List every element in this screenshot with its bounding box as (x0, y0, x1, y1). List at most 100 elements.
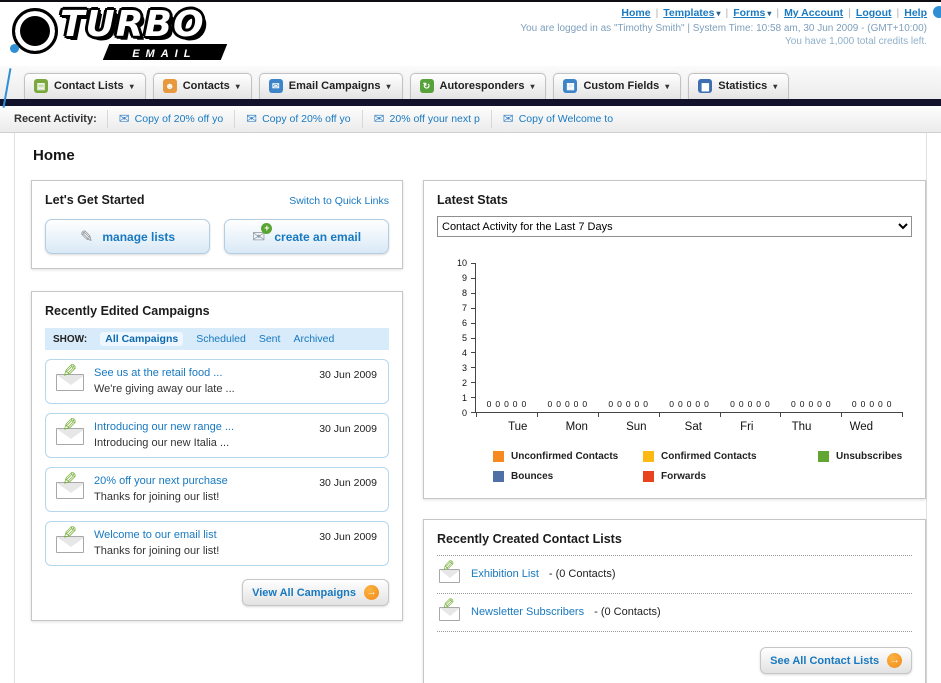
y-tick-label: 7 (461, 303, 467, 313)
tab-autoresponders[interactable]: ↻ Autoresponders ▾ (409, 73, 547, 99)
contact-lists-icon: ▤ (34, 79, 48, 93)
envelope-icon: ✉ (502, 111, 514, 126)
y-tick-label: 9 (461, 273, 467, 283)
view-all-campaigns-button[interactable]: View All Campaigns → (242, 579, 389, 606)
campaign-title-link[interactable]: Introducing our new range ... (94, 421, 296, 433)
filter-sent[interactable]: Sent (259, 333, 281, 345)
decor-dot-right (933, 6, 941, 18)
get-started-panel: Let's Get Started Switch to Quick Links … (31, 180, 403, 269)
envelope-icon: ✉ (118, 111, 130, 126)
legend-swatch (643, 451, 654, 462)
main-nav: ▤ Contact Lists ▾ ☻ Contacts ▾ ✉ Email C… (0, 66, 941, 99)
x-tick-label: Wed (849, 421, 874, 433)
bar-value-label: 0 (686, 399, 692, 409)
filter-archived[interactable]: Archived (293, 333, 334, 345)
campaign-title-link[interactable]: 20% off your next purchase (94, 475, 296, 487)
campaign-title-link[interactable]: Welcome to our email list (94, 529, 296, 541)
recent-activity-link[interactable]: Copy of 20% off yo (262, 113, 351, 125)
campaign-list-item: ✎ See us at the retail food ... We're gi… (45, 359, 389, 404)
filter-scheduled[interactable]: Scheduled (196, 333, 246, 345)
email-campaigns-icon: ✉ (268, 79, 283, 93)
bar-value-label: 0 (512, 399, 518, 409)
x-tick (780, 412, 782, 417)
y-tick-label: 0 (461, 408, 467, 418)
contact-list-link[interactable]: Exhibition List (471, 568, 539, 580)
logo-email-band: EMAIL (102, 44, 228, 60)
x-tick (902, 412, 904, 417)
top-link-forms[interactable]: Forms ▾ (733, 7, 771, 19)
legend-entry: Unsubscribes (818, 451, 902, 462)
left-column: Let's Get Started Switch to Quick Links … (31, 180, 403, 621)
create-email-button[interactable]: ✉ + create an email (224, 219, 389, 254)
recent-activity-item: ✉ Copy of 20% off yo (106, 110, 234, 128)
bar-value-label: 0 (756, 399, 762, 409)
tab-label: Statistics (718, 80, 768, 92)
recent-activity-bar: Recent Activity: ✉ Copy of 20% off yo ✉ … (0, 106, 941, 133)
statistics-icon: ▆ (698, 79, 713, 93)
tab-label: Custom Fields (583, 80, 660, 92)
tab-contact-lists[interactable]: ▤ Contact Lists ▾ (24, 73, 146, 99)
bar-value-label: 0 (556, 399, 561, 409)
pencil-icon: ✎ (442, 558, 455, 575)
y-tick (471, 292, 476, 294)
recent-activity-link[interactable]: Copy of Welcome to (519, 113, 613, 125)
y-tick (471, 367, 476, 369)
stats-range-select[interactable]: Contact Activity for the Last 7 Days (437, 216, 913, 237)
recent-activity-item: ✉ 20% off your next p (361, 110, 491, 128)
campaign-edit-icon: ✎ (56, 469, 84, 499)
contact-list-item: ✎ Newsletter Subscribers - (0 Contacts) (437, 594, 913, 632)
chevron-down-icon: ▾ (386, 81, 391, 91)
contact-list-link[interactable]: Newsletter Subscribers (471, 606, 584, 618)
x-tick (658, 412, 660, 417)
bar-value-label: 0 (825, 399, 831, 409)
see-all-contact-lists-button[interactable]: See All Contact Lists → (760, 647, 913, 674)
legend-swatch (493, 451, 504, 462)
y-tick-label: 4 (461, 348, 467, 358)
campaign-title-link[interactable]: See us at the retail food ... (94, 367, 296, 379)
campaign-subtitle: Thanks for joining our list! (94, 545, 220, 557)
bar-value-label: 0 (521, 399, 527, 409)
filter-all-campaigns[interactable]: All Campaigns (100, 332, 184, 346)
x-tick (476, 412, 477, 417)
manage-lists-button[interactable]: ✎ manage lists (45, 219, 210, 254)
bar-group-values: 00000 (547, 399, 587, 409)
tab-email-campaigns[interactable]: ✉ Email Campaigns ▾ (258, 73, 403, 99)
tab-custom-fields[interactable]: ▦ Custom Fields ▾ (553, 73, 682, 99)
recent-activity-link[interactable]: Copy of 20% off yo (135, 113, 224, 125)
bar-value-label: 0 (747, 399, 753, 409)
tab-statistics[interactable]: ▆ Statistics ▾ (688, 73, 790, 99)
recent-activity-link[interactable]: 20% off your next p (390, 113, 480, 125)
campaign-list-item: ✎ Introducing our new range ... Introduc… (45, 413, 389, 458)
chevron-down-icon: ▾ (235, 81, 240, 91)
top-link-templates[interactable]: Templates ▾ (663, 7, 720, 19)
bar-value-label: 0 (486, 399, 492, 409)
campaign-subtitle: Introducing our new Italia ... (94, 437, 230, 449)
main-content: Home Let's Get Started Switch to Quick L… (14, 133, 927, 683)
top-link-help[interactable]: Help (904, 7, 927, 19)
x-tick-label: Sat (684, 421, 702, 433)
y-tick-label: 6 (461, 318, 467, 328)
envelope-icon: ✉ (373, 111, 385, 126)
top-link-home[interactable]: Home (621, 7, 650, 19)
y-tick (471, 322, 476, 324)
y-tick (471, 263, 476, 264)
bar-group-values: 00000 (791, 399, 831, 409)
legend-entry: Unconfirmed Contacts (493, 451, 643, 462)
switch-quick-links-link[interactable]: Switch to Quick Links (289, 195, 389, 207)
bar-group-values: 00000 (852, 399, 892, 409)
x-tick-label: Mon (565, 421, 588, 433)
create-email-label: create an email (274, 229, 362, 244)
contact-lists-title: Recently Created Contact Lists (437, 532, 913, 556)
bar-value-label: 0 (625, 399, 631, 409)
bar-value-label: 0 (547, 399, 553, 409)
x-tick-label: Fri (740, 421, 754, 433)
top-link-my-account[interactable]: My Account (784, 7, 843, 19)
tab-contacts[interactable]: ☻ Contacts ▾ (152, 73, 252, 99)
recent-campaigns-panel: Recently Edited Campaigns SHOW: All Camp… (31, 291, 403, 621)
y-tick (471, 307, 476, 309)
custom-fields-icon: ▦ (563, 79, 578, 93)
top-link-logout[interactable]: Logout (856, 7, 892, 19)
bar-value-label: 0 (643, 399, 649, 409)
campaign-subtitle: We're giving away our late ... (94, 383, 235, 395)
bar-value-label: 0 (669, 399, 674, 409)
